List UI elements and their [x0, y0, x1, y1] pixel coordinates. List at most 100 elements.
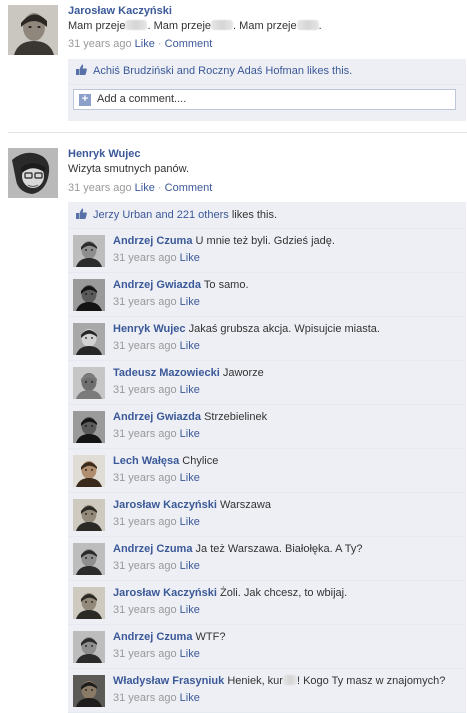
post-author[interactable]: Jarosław Kaczyński [68, 5, 463, 17]
comment-line: Andrzej Czuma U mnie też byli. Gdzieś ja… [113, 235, 462, 247]
portrait-image [8, 5, 58, 55]
portrait-image [73, 499, 105, 531]
post-text: Wizyta smutnych panów. [68, 163, 190, 175]
comment-author[interactable]: Jarosław Kaczyński [113, 499, 217, 511]
like-link[interactable]: Like [180, 296, 200, 308]
author-avatar[interactable] [8, 148, 58, 198]
comment-meta: 31 years ago Like [113, 384, 462, 396]
censor-blur [282, 675, 297, 685]
post-text: Mam przeje. Mam przeje. Mam przeje. [68, 20, 322, 32]
timestamp: 31 years ago [113, 428, 177, 440]
commenter-avatar[interactable] [73, 631, 105, 663]
portrait-image [73, 367, 105, 399]
like-link[interactable]: Like [180, 604, 200, 616]
like-link[interactable]: Like [180, 692, 200, 704]
comment-item: Henryk Wujec Jakaś grubsza akcja. Wpisuj… [68, 317, 466, 361]
plus-icon: + [79, 94, 91, 106]
likes-link[interactable]: Jerzy Urban and 221 others [93, 209, 229, 221]
comment-author[interactable]: Tadeusz Mazowiecki [113, 367, 220, 379]
comment-author[interactable]: Władysław Frasyniuk [113, 675, 224, 687]
timestamp: 31 years ago [113, 296, 177, 308]
comment-line: Andrzej Czuma WTF? [113, 631, 462, 643]
comment-body: Tadeusz Mazowiecki Jaworze 31 years ago L… [113, 367, 462, 396]
comment-author[interactable]: Andrzej Czuma [113, 543, 192, 555]
timestamp: 31 years ago [113, 516, 177, 528]
comment-author[interactable]: Andrzej Gwiazda [113, 411, 201, 423]
comment-body: Andrzej Gwiazda To samo. 31 years ago Lik… [113, 279, 462, 308]
commenter-avatar[interactable] [73, 499, 105, 531]
like-link[interactable]: Like [180, 648, 200, 660]
comment-author[interactable]: Jarosław Kaczyński [113, 587, 217, 599]
comment-author[interactable]: Andrzej Gwiazda [113, 279, 201, 291]
comment-text: Strzebielinek [204, 411, 268, 423]
portrait-image [73, 631, 105, 663]
comment-item: Andrzej Czuma U mnie też byli. Gdzieś ja… [68, 229, 466, 273]
commenter-avatar[interactable] [73, 675, 105, 707]
thumbs-up-icon [76, 64, 87, 75]
comment-link[interactable]: Comment [165, 38, 213, 50]
post-meta: 31 years ago Like · Comment [68, 182, 213, 194]
comment-item: Andrzej Gwiazda To samo. 31 years ago Lik… [68, 273, 466, 317]
comment-item: Tadeusz Mazowiecki Jaworze 31 years ago L… [68, 361, 466, 405]
comment-meta: 31 years ago Like [113, 252, 462, 264]
comment-author[interactable]: Lech Wałęsa [113, 455, 179, 467]
comment-author[interactable]: Andrzej Czuma [113, 631, 192, 643]
like-link[interactable]: Like [180, 560, 200, 572]
comment-meta: 31 years ago Like [113, 516, 462, 528]
comment-link[interactable]: Comment [165, 182, 213, 194]
post-feedback: Achiś Brudziński and Roczny Adaś Hofman … [68, 59, 466, 121]
like-link[interactable]: Like [135, 182, 155, 194]
comment-item: Władysław Frasyniuk Heniek, kur! Kogo Ty… [68, 669, 466, 713]
comment-meta: 31 years ago Like [113, 428, 462, 440]
timestamp: 31 years ago [113, 648, 177, 660]
timestamp: 31 years ago [68, 182, 132, 194]
like-link[interactable]: Like [180, 384, 200, 396]
commenter-avatar[interactable] [73, 587, 105, 619]
comment-text: Ja też Warszawa. Białołęka. A Ty? [195, 543, 363, 555]
comment-text: Jaworze [222, 367, 264, 379]
likes-text[interactable]: Achiś Brudziński and Roczny Adaś Hofman … [93, 65, 352, 77]
comment-text: Żoli. Jak chcesz, to wbijaj. [220, 587, 348, 599]
commenter-avatar[interactable] [73, 279, 105, 311]
comment-body: Andrzej Gwiazda Strzebielinek 31 years ag… [113, 411, 462, 440]
comment-line: Andrzej Gwiazda Strzebielinek [113, 411, 462, 423]
add-comment-input[interactable]: + Add a comment.... [73, 89, 456, 110]
timestamp: 31 years ago [113, 340, 177, 352]
comment-author[interactable]: Andrzej Czuma [113, 235, 192, 247]
like-link[interactable]: Like [180, 340, 200, 352]
commenter-avatar[interactable] [73, 323, 105, 355]
portrait-image [73, 675, 105, 707]
commenter-avatar[interactable] [73, 411, 105, 443]
post-feedback: Jerzy Urban and 221 others likes this. A… [68, 202, 466, 713]
comment-body: Andrzej Czuma WTF? 31 years ago Like [113, 631, 462, 660]
timestamp: 31 years ago [113, 604, 177, 616]
commenter-avatar[interactable] [73, 455, 105, 487]
comment-item: Andrzej Gwiazda Strzebielinek 31 years ag… [68, 405, 466, 449]
commenter-avatar[interactable] [73, 543, 105, 575]
author-avatar[interactable] [8, 5, 58, 55]
comment-meta: 31 years ago Like [113, 604, 462, 616]
comment-line: Jarosław Kaczyński Żoli. Jak chcesz, to … [113, 587, 462, 599]
comment-author[interactable]: Henryk Wujec [113, 323, 186, 335]
comment-meta: 31 years ago Like [113, 472, 462, 484]
comment-body: Jarosław Kaczyński Warszawa 31 years ago … [113, 499, 462, 528]
commenter-avatar[interactable] [73, 367, 105, 399]
portrait-image [73, 587, 105, 619]
like-link[interactable]: Like [135, 38, 155, 50]
thumbs-up-icon [76, 208, 87, 219]
post-body: Henryk Wujec Wizyta smutnych panów. 31 y… [68, 148, 463, 194]
comment-line: Jarosław Kaczyński Warszawa [113, 499, 462, 511]
commenter-avatar[interactable] [73, 235, 105, 267]
comment-line: Andrzej Gwiazda To samo. [113, 279, 462, 291]
like-link[interactable]: Like [180, 516, 200, 528]
comment-item: Andrzej Czuma Ja też Warszawa. Białołęka… [68, 537, 466, 581]
portrait-image [73, 543, 105, 575]
comment-line: Władysław Frasyniuk Heniek, kur! Kogo Ty… [113, 675, 462, 687]
like-link[interactable]: Like [180, 472, 200, 484]
like-link[interactable]: Like [180, 252, 200, 264]
post-author[interactable]: Henryk Wujec [68, 148, 463, 160]
post-meta: 31 years ago Like · Comment [68, 38, 213, 50]
comment-text: WTF? [195, 631, 226, 643]
like-link[interactable]: Like [180, 428, 200, 440]
comment-line: Andrzej Czuma Ja też Warszawa. Białołęka… [113, 543, 462, 555]
